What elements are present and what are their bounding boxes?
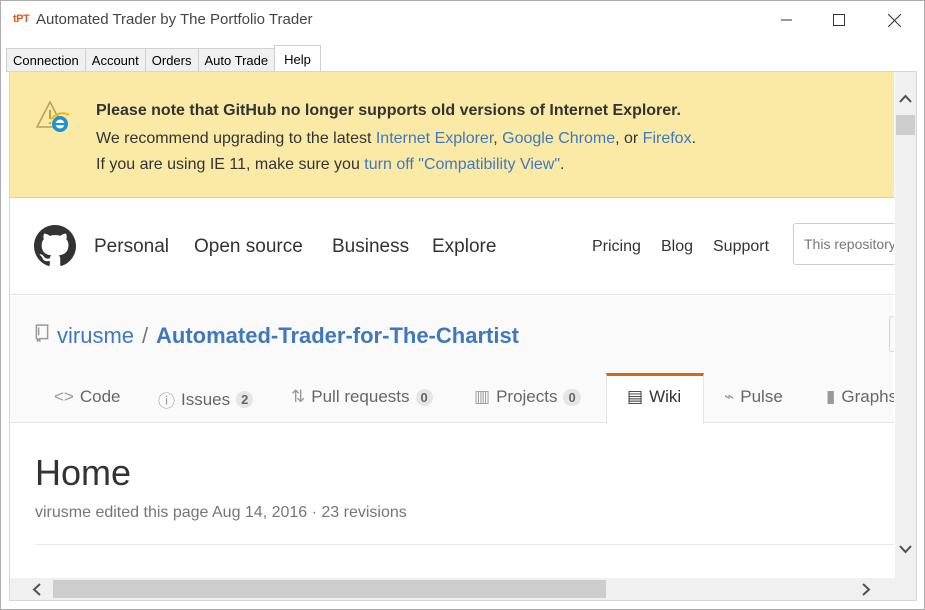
- tab-account[interactable]: Account: [84, 48, 145, 72]
- github-octocat-icon[interactable]: [34, 225, 76, 267]
- pull-request-icon: ⇅: [291, 387, 306, 406]
- banner-heading: Please note that GitHub no longer suppor…: [96, 102, 681, 119]
- repo-owner-link[interactable]: virusme: [57, 323, 134, 349]
- tab-pulse[interactable]: ⌁ Pulse: [724, 387, 783, 407]
- issues-counter: 2: [236, 391, 254, 408]
- repository-search-input[interactable]: This repository: [793, 223, 894, 265]
- nav-business[interactable]: Business: [332, 236, 409, 258]
- app-logo: tPT: [13, 13, 30, 25]
- pull-requests-counter: 0: [415, 388, 433, 406]
- minimize-button[interactable]: [764, 1, 810, 39]
- book-icon: ▤: [627, 387, 644, 406]
- close-button[interactable]: [871, 1, 917, 39]
- web-browser-panel: Please note that GitHub no longer suppor…: [9, 71, 917, 601]
- main-tab-bar: Connection Account Orders Auto Trade Hel…: [6, 45, 321, 72]
- banner-text: .: [560, 156, 565, 173]
- tab-code-label: Code: [79, 387, 121, 406]
- repository-header: virusme / Automated-Trader-for-The-Chart…: [10, 296, 894, 424]
- repo-path-separator: /: [142, 323, 149, 348]
- repo-action-button[interactable]: [889, 316, 894, 352]
- project-icon: ▥: [474, 387, 491, 406]
- firefox-link[interactable]: Firefox: [643, 130, 692, 147]
- vertical-scrollbar[interactable]: [895, 72, 916, 578]
- minimize-icon: [781, 19, 792, 21]
- graph-icon: ▮: [826, 387, 836, 406]
- divider: [35, 544, 894, 545]
- nav-pricing[interactable]: Pricing: [592, 238, 641, 256]
- banner-text: , or: [615, 130, 643, 147]
- tab-help[interactable]: Help: [274, 45, 321, 72]
- compatibility-view-link[interactable]: turn off "Compatibility View": [364, 156, 560, 173]
- tab-wiki-label: Wiki: [649, 387, 682, 406]
- warning-internet-explorer-icon: [36, 100, 70, 132]
- tab-code[interactable]: <> Code: [54, 387, 121, 407]
- tab-connection[interactable]: Connection: [6, 48, 85, 72]
- google-chrome-link[interactable]: Google Chrome: [502, 130, 615, 147]
- ie-unsupported-banner: Please note that GitHub no longer suppor…: [10, 72, 894, 198]
- scrollbar-corner: [895, 578, 916, 600]
- page-revision-meta: virusme edited this page Aug 14, 2016 · …: [35, 504, 407, 521]
- maximize-icon: [833, 14, 845, 26]
- title-bar[interactable]: tPT Automated Trader by The Portfolio Tr…: [1, 1, 924, 39]
- scroll-up-arrow-icon[interactable]: [899, 94, 912, 103]
- web-viewport: Please note that GitHub no longer suppor…: [10, 72, 894, 578]
- tab-orders[interactable]: Orders: [144, 48, 198, 72]
- banner-recommendation: We recommend upgrading to the latest Int…: [96, 130, 696, 148]
- tab-auto-trade[interactable]: Auto Trade: [197, 48, 275, 72]
- scroll-left-arrow-icon[interactable]: [32, 583, 41, 596]
- projects-counter: 0: [563, 388, 581, 406]
- maximize-button[interactable]: [816, 1, 862, 39]
- close-icon: [887, 13, 901, 27]
- pulse-icon: ⌁: [724, 387, 735, 406]
- scroll-down-arrow-icon[interactable]: [899, 545, 912, 554]
- nav-support[interactable]: Support: [713, 238, 769, 256]
- tab-issues[interactable]: ⓘ Issues 2: [158, 387, 254, 412]
- banner-text: If you are using IE 11, make sure you: [96, 156, 365, 173]
- banner-compat-note: If you are using IE 11, make sure you tu…: [96, 156, 565, 174]
- window-title: Automated Trader by The Portfolio Trader: [36, 11, 313, 28]
- tab-pull-requests[interactable]: ⇅ Pull requests 0: [291, 387, 433, 407]
- horizontal-scroll-thumb[interactable]: [53, 580, 606, 598]
- banner-text: ,: [493, 130, 503, 147]
- github-header: Personal Open source Business Explore Pr…: [10, 199, 894, 295]
- tab-pulse-label: Pulse: [740, 387, 783, 406]
- page-title: Home: [35, 452, 132, 493]
- code-icon: <>: [54, 387, 74, 406]
- internet-explorer-link[interactable]: Internet Explorer: [376, 130, 493, 147]
- nav-explore[interactable]: Explore: [432, 236, 496, 258]
- tab-projects[interactable]: ▥ Projects 0: [474, 387, 581, 407]
- tab-graphs-label: Graphs: [841, 387, 894, 406]
- nav-open-source[interactable]: Open source: [194, 236, 303, 258]
- tab-graphs[interactable]: ▮ Graphs: [826, 387, 894, 407]
- repository-icon: [35, 324, 49, 342]
- banner-text: .: [691, 130, 697, 147]
- scroll-right-arrow-icon[interactable]: [862, 583, 871, 596]
- repo-name-link[interactable]: Automated-Trader-for-The-Chartist: [156, 323, 519, 349]
- tab-wiki-content[interactable]: ▤ Wiki: [627, 387, 681, 407]
- app-window: tPT Automated Trader by The Portfolio Tr…: [0, 0, 925, 610]
- horizontal-scrollbar[interactable]: [10, 578, 895, 600]
- nav-blog[interactable]: Blog: [661, 238, 693, 256]
- nav-personal[interactable]: Personal: [94, 236, 169, 258]
- tab-projects-label: Projects: [496, 387, 558, 406]
- tab-issues-label: Issues: [181, 389, 231, 409]
- vertical-scroll-thumb[interactable]: [896, 115, 915, 135]
- tab-pull-requests-label: Pull requests: [311, 387, 410, 406]
- banner-text: We recommend upgrading to the latest: [96, 130, 376, 147]
- issue-icon: ⓘ: [158, 392, 175, 411]
